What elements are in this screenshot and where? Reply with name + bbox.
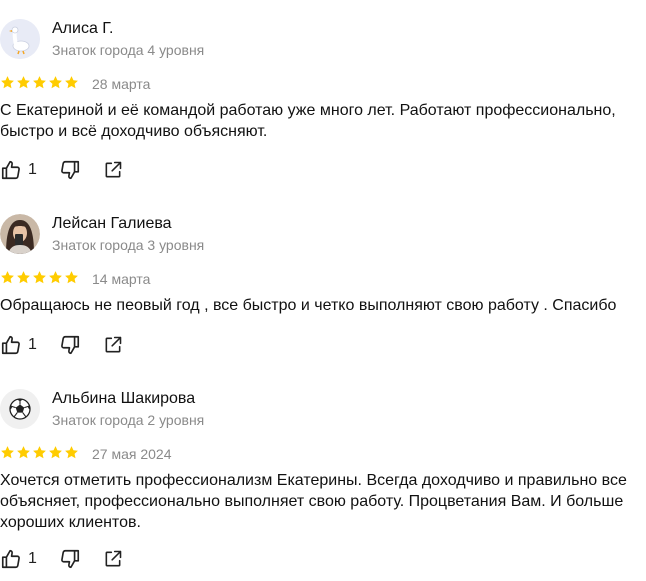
star-icon bbox=[65, 446, 78, 459]
thumbs-up-icon bbox=[1, 160, 20, 180]
reviewer-level: Знаток города 4 уровня bbox=[52, 42, 205, 58]
thumbs-down-icon bbox=[60, 335, 79, 355]
dislike-button[interactable] bbox=[59, 547, 81, 571]
soccer-ball-avatar-icon[interactable] bbox=[0, 389, 40, 429]
review-text: С Екатериной и её командой работаю уже м… bbox=[0, 102, 616, 140]
review-actions: 1 bbox=[0, 158, 123, 182]
dislike-button[interactable] bbox=[59, 333, 81, 357]
thumbs-up-icon bbox=[1, 549, 20, 569]
star-icon bbox=[49, 271, 62, 284]
star-icon bbox=[17, 446, 30, 459]
review-text: Хочется отметить профессионализм Екатери… bbox=[0, 472, 627, 531]
star-icon bbox=[65, 76, 78, 89]
share-button[interactable] bbox=[103, 547, 123, 571]
rating-stars bbox=[0, 270, 79, 286]
review-text: Обращаюсь не пеовый год , все быстро и ч… bbox=[0, 297, 617, 314]
share-icon bbox=[105, 550, 122, 567]
star-icon bbox=[65, 271, 78, 284]
share-icon bbox=[105, 336, 122, 353]
reviewer-level: Знаток города 3 уровня bbox=[52, 237, 205, 253]
like-count: 1 bbox=[28, 550, 37, 567]
thumbs-up-icon bbox=[1, 335, 20, 355]
star-icon bbox=[33, 446, 46, 459]
reviewer-name[interactable]: Алиса Г. bbox=[52, 20, 113, 38]
reviewer-name[interactable]: Лейсан Галиева bbox=[52, 215, 172, 233]
star-icon bbox=[1, 271, 14, 284]
review-date: 27 мая 2024 bbox=[92, 446, 172, 462]
like-button[interactable]: 1 bbox=[0, 547, 37, 571]
star-icon bbox=[17, 271, 30, 284]
star-icon bbox=[1, 76, 14, 89]
review-actions: 1 bbox=[0, 547, 123, 571]
share-button[interactable] bbox=[103, 333, 123, 357]
like-button[interactable]: 1 bbox=[0, 333, 37, 357]
goose-avatar-icon[interactable] bbox=[0, 19, 40, 59]
share-icon bbox=[105, 161, 122, 178]
dislike-button[interactable] bbox=[59, 158, 81, 182]
rating-stars bbox=[0, 75, 79, 91]
review-actions: 1 bbox=[0, 333, 123, 357]
star-icon bbox=[1, 446, 14, 459]
reviewer-level: Знаток города 2 уровня bbox=[52, 412, 205, 428]
reviewer-name[interactable]: Альбина Шакирова bbox=[52, 390, 195, 408]
like-count: 1 bbox=[28, 336, 37, 353]
rating-stars bbox=[0, 445, 79, 461]
review-date: 28 марта bbox=[92, 76, 151, 92]
like-button[interactable]: 1 bbox=[0, 158, 37, 182]
star-icon bbox=[49, 446, 62, 459]
thumbs-down-icon bbox=[60, 549, 79, 569]
star-icon bbox=[33, 271, 46, 284]
like-count: 1 bbox=[28, 161, 37, 178]
user-photo-avatar[interactable] bbox=[0, 214, 40, 254]
star-icon bbox=[49, 76, 62, 89]
star-icon bbox=[17, 76, 30, 89]
star-icon bbox=[33, 76, 46, 89]
share-button[interactable] bbox=[103, 158, 123, 182]
review-date: 14 марта bbox=[92, 271, 151, 287]
thumbs-down-icon bbox=[60, 160, 79, 180]
